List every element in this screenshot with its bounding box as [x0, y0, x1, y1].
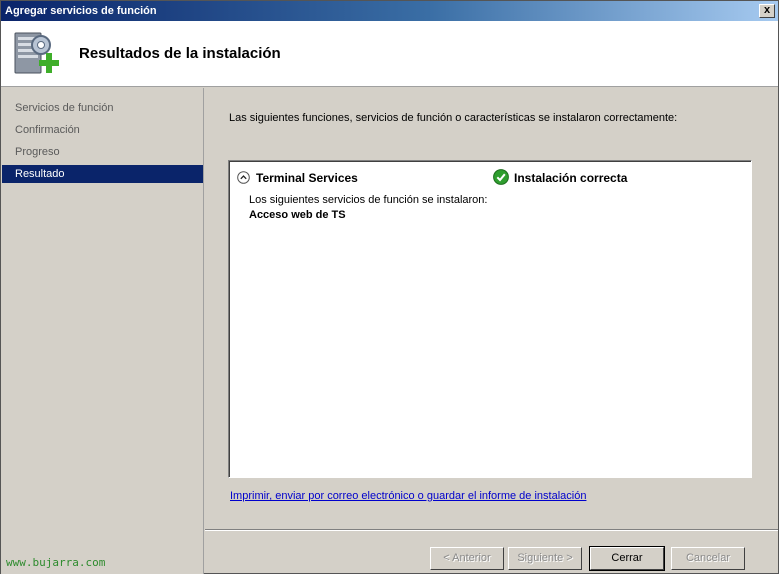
installed-services-label: Los siguientes servicios de función se i… [249, 194, 488, 206]
step-progreso[interactable]: Progreso [2, 143, 203, 161]
button-separator [205, 529, 778, 531]
install-status: Instalación correcta [514, 171, 628, 185]
success-check-icon [493, 169, 509, 185]
page-title: Resultados de la instalación [79, 45, 281, 62]
installed-service-item: Acceso web de TS [249, 209, 346, 221]
server-gear-add-icon [14, 32, 59, 74]
back-button[interactable]: < Anterior [430, 547, 504, 570]
watermark-text: www.bujarra.com [6, 556, 106, 569]
role-name: Terminal Services [256, 171, 358, 185]
wizard-steps: Servicios de función Confirmación Progre… [1, 88, 204, 574]
title-bar[interactable]: Agregar servicios de función x [1, 1, 778, 21]
wizard-window: Agregar servicios de función x Resultado… [0, 0, 779, 574]
main-content: Las siguientes funciones, servicios de f… [205, 88, 778, 574]
step-resultado[interactable]: Resultado [2, 165, 203, 183]
window-title: Agregar servicios de función [5, 5, 157, 17]
intro-text: Las siguientes funciones, servicios de f… [229, 112, 678, 124]
results-panel: Terminal Services Instalación correcta L… [228, 160, 752, 478]
cancel-button[interactable]: Cancelar [671, 547, 745, 570]
step-confirmacion[interactable]: Confirmación [2, 121, 203, 139]
collapse-icon[interactable] [237, 171, 250, 184]
wizard-header: Resultados de la instalación [1, 21, 778, 87]
report-link[interactable]: Imprimir, enviar por correo electrónico … [230, 490, 586, 502]
next-button[interactable]: Siguiente > [508, 547, 582, 570]
close-button[interactable]: Cerrar [589, 546, 665, 571]
close-window-button[interactable]: x [759, 4, 775, 18]
step-servicios-de-funcion[interactable]: Servicios de función [2, 99, 203, 117]
